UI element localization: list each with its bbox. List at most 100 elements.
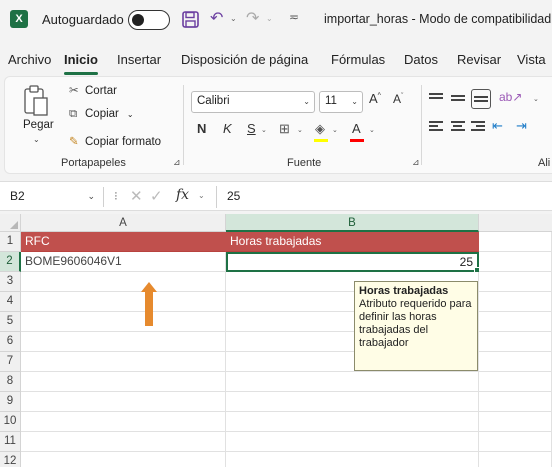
grid-cell[interactable] bbox=[479, 352, 552, 372]
row-header-10[interactable]: 10 bbox=[0, 412, 21, 432]
function-dropdown-icon[interactable]: ⌄ bbox=[198, 191, 205, 200]
grid-cell[interactable] bbox=[21, 392, 226, 412]
grid-cell[interactable] bbox=[479, 332, 552, 352]
grid-cell[interactable] bbox=[21, 272, 226, 292]
align-right-icon[interactable] bbox=[471, 121, 487, 135]
fill-color-dropdown-icon[interactable]: ⌄ bbox=[332, 126, 338, 134]
row-header-9[interactable]: 9 bbox=[0, 392, 21, 412]
cell-b2[interactable]: 25 bbox=[226, 252, 479, 272]
shrink-font-button[interactable]: Aˇ bbox=[393, 92, 403, 106]
row-header-4[interactable]: 4 bbox=[0, 292, 21, 312]
grid-cell[interactable] bbox=[21, 332, 226, 352]
grid-cell[interactable] bbox=[21, 372, 226, 392]
italic-button[interactable]: K bbox=[223, 121, 232, 136]
row-header-6[interactable]: 6 bbox=[0, 332, 21, 352]
tab-vista[interactable]: Vista bbox=[517, 52, 546, 67]
tab-revisar[interactable]: Revisar bbox=[457, 52, 501, 67]
grid-cell[interactable] bbox=[479, 412, 552, 432]
grid-cell[interactable] bbox=[479, 432, 552, 452]
autosave-toggle[interactable] bbox=[128, 10, 170, 30]
font-color-button[interactable]: A bbox=[352, 121, 361, 136]
cell-b1[interactable]: Horas trabajadas bbox=[226, 232, 479, 252]
grid-cell[interactable] bbox=[21, 432, 226, 452]
grid-cell[interactable] bbox=[226, 372, 479, 392]
borders-dropdown-icon[interactable]: ⌄ bbox=[297, 126, 303, 134]
paste-icon[interactable] bbox=[23, 85, 49, 117]
insert-function-icon[interactable]: fx bbox=[176, 187, 189, 203]
tab-archivo[interactable]: Archivo bbox=[8, 52, 51, 67]
format-painter-button[interactable]: ✎ Copiar formato bbox=[69, 134, 161, 148]
row-header-2[interactable]: 2 bbox=[0, 252, 21, 272]
grid-cell[interactable] bbox=[479, 312, 552, 332]
row-header-12[interactable]: 12 bbox=[0, 452, 21, 467]
grid-cell[interactable] bbox=[479, 272, 552, 292]
bold-button[interactable]: N bbox=[197, 121, 206, 136]
tab-datos[interactable]: Datos bbox=[404, 52, 438, 67]
borders-icon[interactable]: ⊞ bbox=[279, 121, 290, 137]
cut-button[interactable]: ✂ Cortar bbox=[69, 83, 117, 97]
paste-button-label[interactable]: Pegar bbox=[23, 119, 54, 131]
formula-input[interactable]: 25 bbox=[227, 189, 240, 203]
cell-c2[interactable] bbox=[479, 252, 552, 272]
grid-cell[interactable] bbox=[479, 292, 552, 312]
grow-font-button[interactable]: A^ bbox=[369, 91, 381, 106]
align-middle-icon[interactable] bbox=[451, 95, 467, 109]
row-header-1[interactable]: 1 bbox=[0, 232, 21, 252]
save-icon[interactable] bbox=[182, 11, 199, 28]
font-size-select[interactable]: 11 ⌄ bbox=[319, 91, 363, 113]
enter-icon[interactable]: ✓ bbox=[150, 187, 163, 205]
orientation-icon[interactable]: ab↗ bbox=[499, 90, 522, 104]
grid-cell[interactable] bbox=[21, 412, 226, 432]
underline-button[interactable]: S bbox=[247, 121, 256, 136]
increase-indent-icon[interactable]: ⇥ bbox=[516, 118, 527, 134]
redo-icon[interactable]: ↷ bbox=[246, 8, 259, 28]
column-header-b[interactable]: B bbox=[226, 214, 479, 232]
more-options-icon[interactable]: ⁝ bbox=[114, 189, 118, 203]
row-header-8[interactable]: 8 bbox=[0, 372, 21, 392]
fill-color-icon[interactable]: ◈ bbox=[315, 121, 325, 137]
align-bottom-icon[interactable] bbox=[471, 89, 491, 109]
redo-dropdown-icon[interactable]: ⌄ bbox=[266, 14, 273, 23]
decrease-indent-icon[interactable]: ⇤ bbox=[492, 118, 503, 134]
row-header-11[interactable]: 11 bbox=[0, 432, 21, 452]
undo-icon[interactable]: ↶ bbox=[210, 8, 223, 28]
row-header-3[interactable]: 3 bbox=[0, 272, 21, 292]
tab-disposicion[interactable]: Disposición de página bbox=[181, 52, 308, 67]
select-all-button[interactable] bbox=[0, 214, 21, 232]
paste-dropdown-icon[interactable]: ⌄ bbox=[33, 135, 40, 144]
grid-cell[interactable] bbox=[21, 452, 226, 467]
customize-quick-access-icon[interactable]: ≂ bbox=[289, 10, 299, 24]
orientation-dropdown-icon[interactable]: ⌄ bbox=[533, 95, 539, 103]
align-top-icon[interactable] bbox=[429, 93, 445, 107]
grid-cell[interactable] bbox=[226, 412, 479, 432]
clipboard-launcher-icon[interactable]: ⊿ bbox=[173, 157, 181, 168]
column-header-c[interactable] bbox=[479, 214, 552, 232]
cell-a2[interactable]: BOME9606046V1 bbox=[21, 252, 226, 272]
name-box[interactable]: B2 ⌄ bbox=[4, 187, 104, 207]
tab-formulas[interactable]: Fórmulas bbox=[331, 52, 385, 67]
grid-cell[interactable] bbox=[479, 372, 552, 392]
cell-c1[interactable] bbox=[479, 232, 552, 252]
undo-dropdown-icon[interactable]: ⌄ bbox=[230, 14, 237, 23]
copy-button[interactable]: ⧉ Copiar ⌄ bbox=[69, 108, 134, 121]
copy-dropdown-icon[interactable]: ⌄ bbox=[127, 110, 134, 119]
align-left-icon[interactable] bbox=[429, 121, 445, 135]
grid-cell[interactable] bbox=[21, 352, 226, 372]
grid-cell[interactable] bbox=[226, 452, 479, 467]
grid-cell[interactable] bbox=[479, 392, 552, 412]
align-center-icon[interactable] bbox=[451, 121, 467, 135]
row-header-5[interactable]: 5 bbox=[0, 312, 21, 332]
grid-cell[interactable] bbox=[226, 392, 479, 412]
font-name-select[interactable]: Calibri ⌄ bbox=[191, 91, 315, 113]
tab-inicio[interactable]: Inicio bbox=[64, 52, 98, 67]
grid-cell[interactable] bbox=[21, 312, 226, 332]
column-header-a[interactable]: A bbox=[21, 214, 226, 232]
grid-cell[interactable] bbox=[226, 432, 479, 452]
underline-dropdown-icon[interactable]: ⌄ bbox=[261, 126, 267, 134]
tab-insertar[interactable]: Insertar bbox=[117, 52, 161, 67]
cell-a1[interactable]: RFC bbox=[21, 232, 226, 252]
row-header-7[interactable]: 7 bbox=[0, 352, 21, 372]
cancel-icon[interactable]: ✕ bbox=[130, 187, 143, 205]
font-launcher-icon[interactable]: ⊿ bbox=[412, 157, 420, 168]
grid-cell[interactable] bbox=[479, 452, 552, 467]
